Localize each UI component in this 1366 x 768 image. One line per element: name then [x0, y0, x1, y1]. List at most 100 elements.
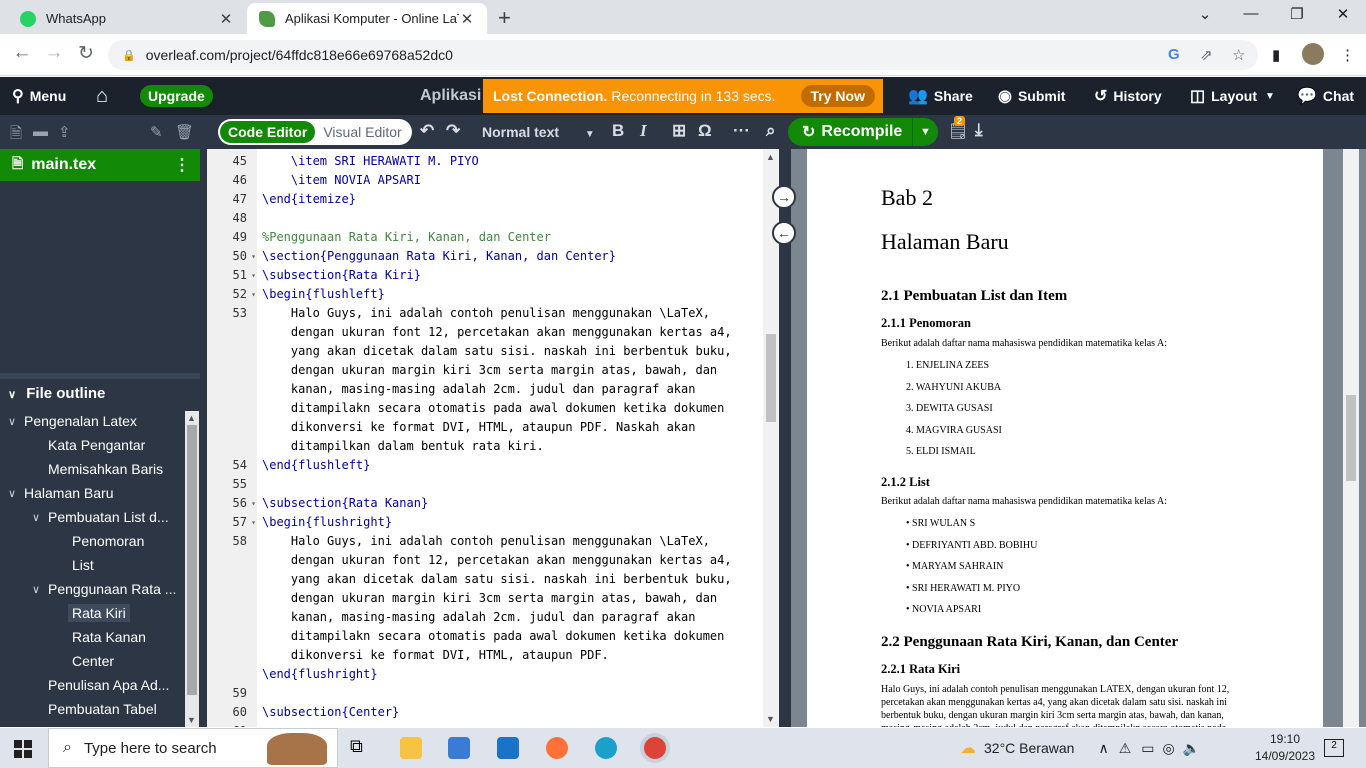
google-icon[interactable]: G: [1168, 46, 1180, 63]
outline-item[interactable]: Memisahkan Baris: [32, 457, 163, 481]
scroll-up-icon[interactable]: ▲: [187, 413, 196, 423]
chevron-down-icon[interactable]: ∨: [8, 487, 24, 500]
firefox-icon[interactable]: [546, 737, 568, 759]
code-line[interactable]: dengan ukuran font 12, percetakan akan m…: [262, 323, 732, 342]
show-hidden-icons-icon[interactable]: ∧: [1098, 740, 1108, 757]
rename-pencil-icon[interactable]: ✎: [150, 123, 163, 141]
windows-start-icon[interactable]: [14, 740, 32, 758]
text-format-select[interactable]: Normal text ▼: [482, 124, 595, 140]
fold-toggle-icon[interactable]: ▾: [251, 266, 256, 285]
microsoft-store-icon[interactable]: [448, 737, 470, 759]
reload-button[interactable]: ↻: [74, 42, 98, 65]
task-view-icon[interactable]: ⧉: [350, 736, 372, 758]
scrollbar-thumb[interactable]: [766, 334, 776, 422]
outline-item[interactable]: Kata Pengantar: [32, 433, 145, 457]
code-line[interactable]: \subsection{Rata Kiri}: [262, 266, 421, 285]
code-line[interactable]: \begin{flushleft}: [262, 285, 385, 304]
file-item-main-tex[interactable]: 🗎 main.tex ⋮: [0, 149, 200, 181]
network-icon[interactable]: ◎: [1162, 740, 1174, 757]
pdf-preview[interactable]: Bab 2 Halaman Baru 2.1 Pembuatan List da…: [791, 149, 1366, 727]
fold-toggle-icon[interactable]: ▾: [251, 513, 256, 532]
pdf-scrollbar[interactable]: [1343, 149, 1359, 727]
code-line[interactable]: \subsection{Center}: [262, 703, 399, 722]
omega-symbol-icon[interactable]: Ω: [698, 121, 712, 141]
outline-item[interactable]: ∨ Pengenalan Latex: [8, 409, 137, 433]
undo-icon[interactable]: ↶: [420, 121, 434, 141]
back-button[interactable]: ←: [10, 42, 34, 64]
minimize-button[interactable]: —: [1228, 5, 1274, 22]
new-tab-button[interactable]: +: [498, 5, 511, 31]
app-alert-icon[interactable]: ⚠: [1119, 740, 1132, 757]
browser-menu-icon[interactable]: ⋮: [1340, 46, 1355, 64]
code-line[interactable]: ditampilakn secara otomatis pada awal do…: [262, 627, 724, 646]
code-line[interactable]: Halo Guys, ini adalah contoh penulisan m…: [262, 304, 710, 323]
italic-icon[interactable]: I: [640, 121, 647, 141]
recompile-button[interactable]: ↻ Recompile ▼: [788, 118, 938, 146]
outline-item[interactable]: Penulisan Apa Ad...: [32, 673, 169, 697]
new-folder-icon[interactable]: ▬: [33, 123, 48, 140]
submit-button[interactable]: ◉ Submit: [998, 77, 1065, 115]
code-line[interactable]: \subsection{Rata Kanan}: [262, 494, 428, 513]
upgrade-button[interactable]: Upgrade: [140, 85, 213, 107]
chevron-down-icon[interactable]: ∨: [32, 583, 48, 596]
close-tab-icon[interactable]: ✕: [459, 10, 475, 28]
outline-resize-handle[interactable]: [0, 373, 200, 379]
file-outline-header[interactable]: ∨ File outline: [8, 385, 105, 402]
outline-item[interactable]: Rata Kanan: [56, 625, 146, 649]
fold-toggle-icon[interactable]: ▾: [251, 285, 256, 304]
side-panel-icon[interactable]: ▮: [1272, 46, 1280, 64]
scroll-down-icon[interactable]: ▼: [766, 714, 775, 724]
sidebar-resize-handle[interactable]: [200, 149, 207, 727]
search-icon[interactable]: ⌕: [766, 121, 776, 141]
scroll-down-icon[interactable]: ▼: [187, 715, 196, 725]
code-line[interactable]: dikonversi ke format DVI, HTML, ataupun …: [262, 418, 696, 437]
chrome-icon[interactable]: [644, 737, 666, 759]
tab-whatsapp[interactable]: WhatsApp ✕: [8, 3, 246, 34]
mail-icon[interactable]: [497, 737, 519, 759]
code-line[interactable]: \end{flushright}: [262, 665, 378, 684]
redo-icon[interactable]: ↷: [446, 121, 460, 141]
weather-text[interactable]: 32°C Berawan: [984, 740, 1074, 756]
chevron-down-icon[interactable]: ∨: [8, 415, 24, 428]
code-line[interactable]: yang akan dicetak dalam satu sisi. naska…: [262, 570, 732, 589]
code-line[interactable]: ditampilkan dalam bentuk rata kiri.: [262, 437, 544, 456]
visual-editor-toggle[interactable]: Visual Editor: [315, 121, 409, 143]
file-explorer-icon[interactable]: [400, 737, 422, 759]
layout-button[interactable]: ◫ Layout ▼: [1190, 77, 1275, 115]
outline-item[interactable]: ∨ Penggunaan Rata ...: [32, 577, 176, 601]
code-editor-toggle[interactable]: Code Editor: [220, 121, 316, 143]
sync-to-pdf-arrow-icon[interactable]: →: [772, 185, 796, 209]
code-line[interactable]: Halo Guys, ini adalah contoh penulisan m…: [262, 532, 710, 551]
outline-item[interactable]: ∨ Pembuatan List d...: [32, 505, 169, 529]
fold-toggle-icon[interactable]: ▾: [251, 247, 256, 266]
outline-item[interactable]: Center: [56, 649, 114, 673]
notification-center-icon[interactable]: 2: [1324, 739, 1344, 757]
volume-icon[interactable]: 🔈: [1183, 740, 1200, 757]
chevron-down-icon[interactable]: ∨: [32, 511, 48, 524]
code-line[interactable]: yang akan dicetak dalam satu sisi. naska…: [262, 342, 732, 361]
code-line[interactable]: kanan, masing-masing adalah 2cm. judul d…: [262, 608, 696, 627]
taskbar-clock[interactable]: 19:10 14/09/2023: [1250, 731, 1320, 765]
outline-item[interactable]: ∨ Halaman Baru: [8, 481, 114, 505]
bookmark-star-icon[interactable]: ☆: [1232, 46, 1245, 64]
outline-item[interactable]: Rata Kiri: [56, 601, 130, 625]
code-line[interactable]: \end{itemize}: [262, 190, 356, 209]
download-pdf-icon[interactable]: ⤓: [975, 120, 983, 140]
code-line[interactable]: \item NOVIA APSARI: [262, 171, 421, 190]
outline-item[interactable]: Pembuatan Tabel: [32, 697, 157, 721]
home-button[interactable]: ⌂: [96, 77, 114, 115]
delete-trash-icon[interactable]: 🗑: [175, 123, 194, 141]
forward-button[interactable]: →: [42, 42, 66, 64]
url-field[interactable]: 🔒 overleaf.com/project/64ffdc818e66e6976…: [108, 40, 1258, 70]
restore-button[interactable]: ❐: [1274, 5, 1320, 23]
menu-button[interactable]: ⚲ Menu: [12, 77, 66, 115]
scroll-up-icon[interactable]: ▲: [766, 152, 775, 162]
code-line[interactable]: dengan ukuran margin kiri 3cm serta marg…: [262, 361, 717, 380]
weather-cloud-icon[interactable]: ☁: [960, 738, 976, 758]
more-options-icon[interactable]: ···: [733, 121, 750, 141]
bold-icon[interactable]: B: [612, 121, 624, 141]
upload-icon[interactable]: ⇪: [58, 123, 71, 141]
battery-icon[interactable]: ▭: [1141, 740, 1154, 757]
code-line[interactable]: dengan ukuran margin kiri 3cm serta marg…: [262, 589, 717, 608]
outline-item[interactable]: List: [56, 553, 94, 577]
